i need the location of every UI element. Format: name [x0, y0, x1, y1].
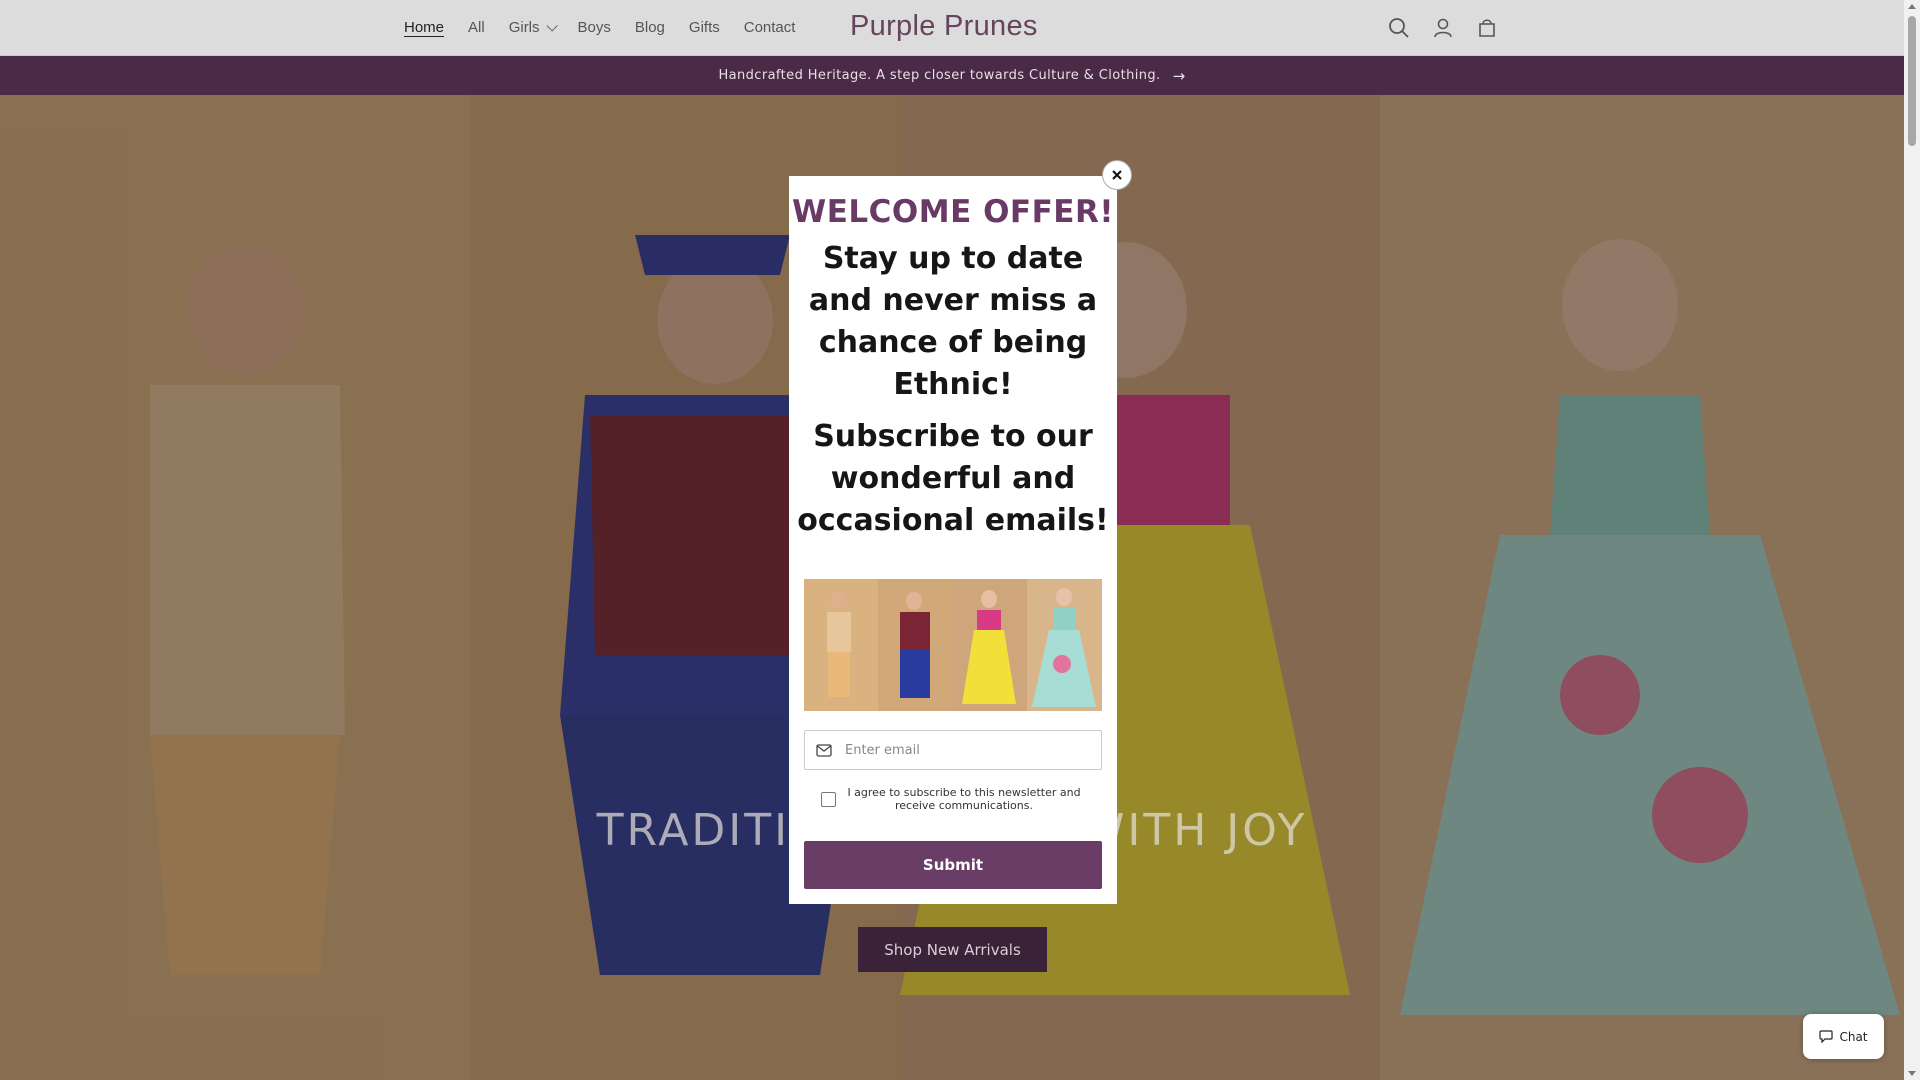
agree-row: I agree to subscribe to this newsletter … — [804, 786, 1102, 812]
chat-bubble-icon — [1819, 1030, 1834, 1043]
page-scrollbar[interactable] — [1904, 0, 1920, 1080]
shop-new-arrivals-button[interactable]: Shop New Arrivals — [858, 927, 1047, 972]
header-icons — [1383, 12, 1502, 43]
nav-blog[interactable]: Blog — [635, 15, 665, 40]
popup-text-1: Stay up to date and never miss a chance … — [808, 241, 1098, 402]
nav-home[interactable]: Home — [404, 15, 444, 40]
scroll-up-icon[interactable] — [1908, 4, 1916, 9]
nav-girls-label: Girls — [508, 19, 540, 36]
nav-gifts[interactable]: Gifts — [689, 15, 720, 40]
nav-contact-label: Contact — [743, 19, 796, 36]
nav-home-label: Home — [404, 19, 445, 36]
nav-boys-label: Boys — [577, 19, 611, 36]
cart-icon[interactable] — [1471, 12, 1502, 43]
nav-girls[interactable]: Girls — [508, 15, 558, 40]
site-logo[interactable]: Purple Prunes — [850, 10, 1038, 43]
agree-checkbox[interactable] — [821, 791, 836, 807]
offer-heading: WELCOME OFFER! — [792, 194, 1114, 230]
welcome-popup: WELCOME OFFER! Stay up to date and never… — [789, 176, 1117, 904]
nav-blog-label: Blog — [634, 19, 665, 36]
scroll-down-icon[interactable] — [1908, 1071, 1916, 1076]
nav-boys[interactable]: Boys — [578, 15, 611, 40]
agree-label: I agree to subscribe to this newsletter … — [847, 786, 1081, 812]
email-field[interactable] — [804, 730, 1102, 770]
nav-gifts-label: Gifts — [688, 19, 720, 36]
main-nav: Home All Girls Boys Blog Gifts Contact — [392, 0, 807, 55]
chevron-down-icon — [545, 19, 558, 32]
chat-button[interactable]: Chat — [1803, 1014, 1884, 1059]
announcement-text: Handcrafted Heritage. A step closer towa… — [718, 68, 1161, 83]
submit-button[interactable]: Submit — [804, 841, 1102, 889]
search-icon[interactable] — [1383, 12, 1414, 43]
nav-contact[interactable]: Contact — [744, 15, 796, 40]
announcement-bar[interactable]: Handcrafted Heritage. A step closer towa… — [0, 56, 1904, 95]
site-header: Home All Girls Boys Blog Gifts Contact P… — [0, 0, 1904, 56]
scroll-thumb[interactable] — [1908, 16, 1916, 146]
nav-all[interactable]: All — [468, 15, 485, 40]
account-icon[interactable] — [1427, 12, 1458, 43]
chat-label: Chat — [1839, 1029, 1868, 1044]
envelope-icon — [805, 743, 843, 757]
popup-text-2: Subscribe to our wonderful and occasiona… — [797, 419, 1109, 538]
email-input[interactable] — [843, 741, 1087, 759]
close-icon[interactable] — [1102, 160, 1132, 190]
popup-image — [804, 579, 1102, 711]
arrow-right-icon: → — [1172, 66, 1186, 85]
nav-all-label: All — [468, 19, 485, 36]
